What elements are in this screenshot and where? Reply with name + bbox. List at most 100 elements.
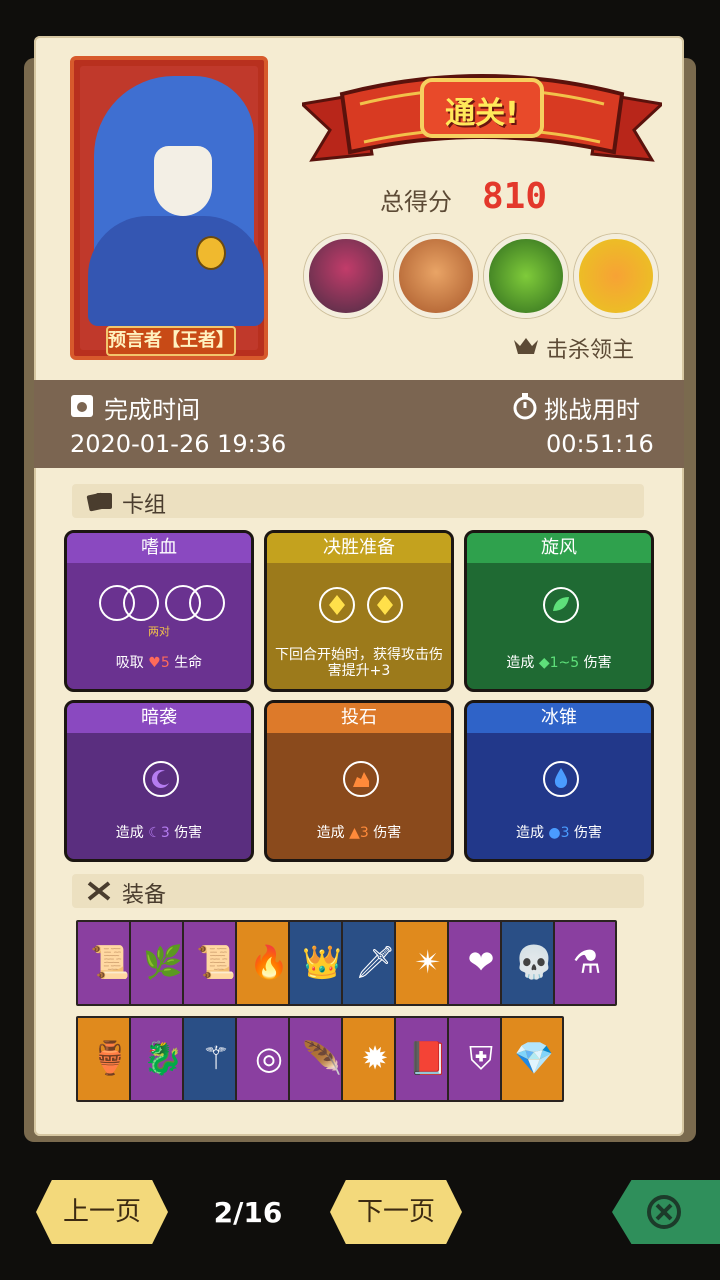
skull-icon bbox=[514, 338, 538, 354]
rock-small-icon: ▲ bbox=[349, 825, 360, 841]
card-body: 两对 吸取 ♥5 生命 bbox=[67, 563, 251, 689]
card-desc: 造成 ▲3 伤害 bbox=[273, 825, 445, 841]
portrait-background bbox=[80, 66, 264, 350]
character-name: 预言者【王者】 bbox=[106, 326, 236, 356]
moon-icon bbox=[151, 770, 169, 789]
close-icon bbox=[647, 1195, 681, 1229]
card-throw-stone[interactable]: 投石 造成 ▲3 伤害 bbox=[264, 700, 454, 862]
wizard-robe bbox=[88, 216, 264, 326]
desc-prefix: 造成 bbox=[506, 655, 535, 671]
desc-suffix: 生命 bbox=[174, 655, 203, 671]
sword-scroll-icon: 🗡 bbox=[355, 943, 396, 981]
leaf-icon: ◆ bbox=[538, 655, 550, 671]
wind-leaf-icon bbox=[553, 597, 569, 611]
boss-avatar-4 bbox=[574, 234, 658, 318]
skull-icon: 💀 bbox=[514, 943, 554, 981]
drop-small-icon: ● bbox=[548, 825, 561, 841]
equipment-section-header: 装备 bbox=[72, 874, 644, 908]
card-desc: 吸取 ♥5 生命 bbox=[73, 655, 245, 671]
score-value: 810 bbox=[482, 176, 548, 217]
heart-icon: ♥ bbox=[148, 655, 161, 671]
spiked-ball-icon: ✹ bbox=[361, 1039, 389, 1077]
slot-ring-icon bbox=[123, 585, 159, 621]
wizard-face bbox=[154, 146, 212, 216]
card-decisive-prep[interactable]: 决胜准备 下回合开始时，获得攻击伤害提升+3 bbox=[264, 530, 454, 692]
card-title: 冰锥 bbox=[467, 703, 651, 733]
rainbow-gem-icon: 💎 bbox=[514, 1039, 554, 1077]
card-title: 暗袭 bbox=[67, 703, 251, 733]
card-whirlwind[interactable]: 旋风 造成 ◆1~5 伤害 bbox=[464, 530, 654, 692]
moon-small-icon: ☾ bbox=[148, 825, 161, 841]
card-desc: 下回合开始时，获得攻击伤害提升+3 bbox=[275, 647, 443, 679]
equipment-title: 装备 bbox=[122, 883, 167, 908]
equipment-item[interactable]: 💎 bbox=[500, 1016, 564, 1102]
desc-value: 1~5 bbox=[549, 655, 580, 671]
card-body: 造成 ◆1~5 伤害 bbox=[467, 563, 651, 689]
desc-suffix: 伤害 bbox=[583, 655, 612, 671]
card-title: 投石 bbox=[267, 703, 451, 733]
crossed-weapons-icon bbox=[87, 881, 111, 901]
yellow-diamond-icon bbox=[329, 595, 345, 615]
card-title: 决胜准备 bbox=[267, 533, 451, 563]
card-body: 下回合开始时，获得攻击伤害提升+3 bbox=[267, 563, 451, 689]
fire-feather-icon: 🪶 bbox=[302, 1039, 342, 1077]
card-desc: 造成 ●3 伤害 bbox=[473, 825, 645, 841]
prev-page-button[interactable]: 上一页 bbox=[36, 1180, 168, 1244]
desc-value: 3 bbox=[560, 825, 570, 841]
skull-book-icon: 📕 bbox=[408, 1039, 448, 1077]
score-label: 总得分 bbox=[380, 188, 452, 216]
card-ambush[interactable]: 暗袭 造成 ☾3 伤害 bbox=[64, 700, 254, 862]
close-button[interactable] bbox=[612, 1180, 720, 1244]
deck-section-header: 卡组 bbox=[72, 484, 644, 518]
heart-shield-icon: ❤ bbox=[467, 943, 495, 981]
challenge-time-label: 挑战用时 bbox=[544, 396, 640, 424]
run-info-bar: 完成时间 2020-01-26 19:36 挑战用时 00:51:16 bbox=[34, 380, 684, 468]
challenge-time-value: 00:51:16 bbox=[546, 430, 654, 458]
cards-icon bbox=[86, 492, 112, 512]
golden-staff-icon: ⚚ bbox=[201, 1039, 231, 1077]
green-horn-icon: 🌿 bbox=[143, 943, 183, 981]
desc-suffix: 伤害 bbox=[174, 825, 203, 841]
wizard-medal-icon bbox=[196, 236, 226, 270]
card-bloodthirst[interactable]: 嗜血 两对 吸取 ♥5 生命 bbox=[64, 530, 254, 692]
equipment-item[interactable]: ⚗ bbox=[553, 920, 617, 1006]
armor-icon: ⛨ bbox=[468, 1039, 493, 1077]
card-desc: 造成 ☾3 伤害 bbox=[73, 825, 245, 841]
rock-icon bbox=[353, 772, 369, 787]
yellow-diamond-icon bbox=[377, 595, 393, 615]
green-potion-icon: ⚗ bbox=[572, 943, 602, 981]
victory-text: 通关! bbox=[445, 96, 519, 131]
stone-scroll-icon: 📜 bbox=[196, 943, 236, 981]
page-indicator: 2/16 bbox=[213, 1196, 283, 1229]
kill-lords-label: 击杀领主 bbox=[546, 338, 635, 363]
red-dragon-icon: 🐉 bbox=[143, 1039, 183, 1077]
finish-time-value: 2020-01-26 19:36 bbox=[70, 430, 287, 458]
ice-crown-icon: 👑 bbox=[302, 943, 342, 981]
card-ice-cone[interactable]: 冰锥 造成 ●3 伤害 bbox=[464, 700, 654, 862]
green-shuriken-icon: ✴ bbox=[414, 943, 442, 981]
finish-time-label: 完成时间 bbox=[104, 396, 200, 424]
desc-prefix: 吸取 bbox=[115, 655, 144, 671]
desc-value: 3 bbox=[359, 825, 369, 841]
card-desc: 造成 ◆1~5 伤害 bbox=[473, 655, 645, 671]
desc-prefix: 造成 bbox=[115, 825, 144, 841]
next-page-button[interactable]: 下一页 bbox=[330, 1180, 462, 1244]
fire-scroll-icon: 📜 bbox=[90, 943, 130, 981]
character-portrait: 预言者【王者】 bbox=[70, 56, 268, 360]
card-body: 造成 ▲3 伤害 bbox=[267, 733, 451, 859]
water-drop-icon bbox=[554, 768, 568, 788]
card-body: 造成 ☾3 伤害 bbox=[67, 733, 251, 859]
desc-suffix: 伤害 bbox=[574, 825, 603, 841]
boss-avatar-3 bbox=[484, 234, 568, 318]
calendar-icon bbox=[71, 395, 93, 417]
red-cup-icon: 🏺 bbox=[90, 1039, 130, 1077]
desc-prefix: 造成 bbox=[515, 825, 544, 841]
boss-avatar-1 bbox=[304, 234, 388, 318]
card-body: 造成 ●3 伤害 bbox=[467, 733, 651, 859]
desc-value: 3 bbox=[160, 825, 170, 841]
deck-title: 卡组 bbox=[122, 493, 167, 518]
boss-avatar-2 bbox=[394, 234, 478, 318]
desc-prefix: 造成 bbox=[316, 825, 345, 841]
card-sub: 两对 bbox=[148, 625, 170, 638]
desc-value: 5 bbox=[160, 655, 170, 671]
